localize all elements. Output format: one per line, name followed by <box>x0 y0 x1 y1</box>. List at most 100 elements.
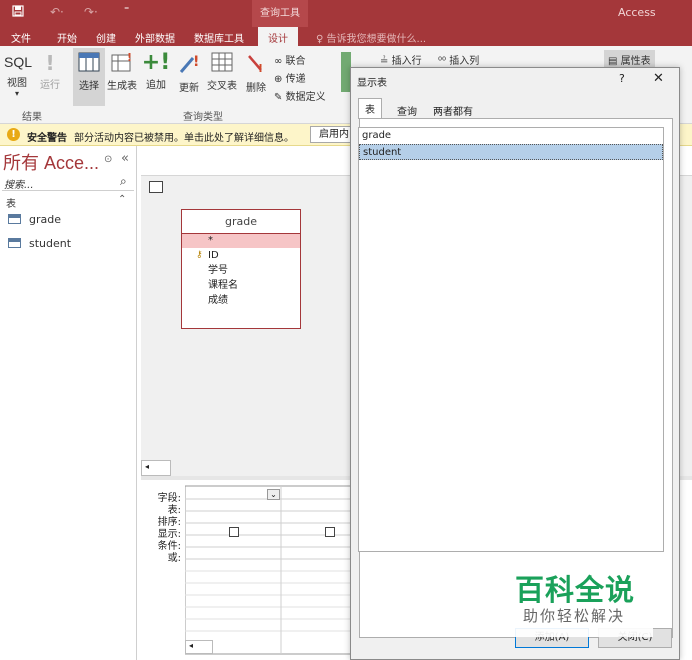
security-warning-label: 安全警告 <box>27 133 67 144</box>
insert-column-label: 插入列 <box>449 56 480 67</box>
security-warning-message[interactable]: 部分活动内容已被禁用。单击此处了解详细信息。 <box>74 129 294 144</box>
save-icon[interactable] <box>12 5 24 20</box>
list-item-grade[interactable]: grade <box>359 128 663 144</box>
svg-text:!: ! <box>127 52 132 64</box>
select-query-button[interactable]: 选择 <box>73 48 105 106</box>
redo-icon[interactable]: ↷· <box>84 5 98 19</box>
insert-column-icon: ⁰⁰ <box>438 56 447 67</box>
pass-through-label: 传递 <box>285 74 306 85</box>
property-sheet-label: 属性表 <box>620 56 651 67</box>
search-icon[interactable]: ⌕ <box>120 174 127 189</box>
delete-label: 删除 <box>246 83 266 94</box>
grid-scroll-left-icon[interactable]: ◂ <box>185 640 213 654</box>
chevron-up-icon[interactable]: ⌃ <box>118 194 126 205</box>
dialog-title: 显示表 <box>357 78 387 89</box>
tab-queries[interactable]: 查询 <box>391 101 423 118</box>
tab-file[interactable]: 文件 <box>11 30 31 45</box>
tab-create[interactable]: 创建 <box>96 30 116 45</box>
group-results: 结果 <box>22 112 42 123</box>
nav-menu-dropdown-icon[interactable]: ⊙ <box>104 154 112 165</box>
union-icon: ∞ <box>274 56 283 67</box>
union-button[interactable]: ∞ 联合 <box>274 52 306 67</box>
make-table-label: 生成表 <box>107 81 137 92</box>
query-icon <box>149 181 163 193</box>
enable-content-button[interactable]: 启用内 <box>310 126 354 143</box>
svg-text:!: ! <box>193 54 199 70</box>
table-box-title[interactable]: grade <box>182 210 300 234</box>
update-label: 更新 <box>179 83 199 94</box>
table-list[interactable]: grade student <box>358 127 664 552</box>
close-icon[interactable]: ✕ <box>653 71 664 86</box>
update-button[interactable]: ! 更新 <box>174 52 204 94</box>
field-all[interactable]: * <box>182 234 300 248</box>
nav-item-label: student <box>29 237 72 250</box>
field-score[interactable]: 成绩 <box>182 293 300 308</box>
select-query-icon <box>73 52 105 75</box>
field-dropdown-icon[interactable]: ⌄ <box>267 489 280 500</box>
run-label: 运行 <box>40 80 60 91</box>
primary-key-icon: ⚷ <box>196 250 203 260</box>
show-checkbox-2[interactable] <box>325 527 335 537</box>
undo-icon[interactable]: ↶· <box>50 5 64 19</box>
nav-item-label: grade <box>29 213 61 226</box>
make-table-icon: ! <box>106 51 138 75</box>
tab-design[interactable]: 设计 <box>258 27 298 46</box>
warning-icon: ! <box>7 128 20 141</box>
field-course-name[interactable]: 课程名 <box>182 278 300 293</box>
tell-me-text: 告诉我您想要做什么... <box>326 34 427 45</box>
show-checkbox-1[interactable] <box>229 527 239 537</box>
field-student-no[interactable]: 学号 <box>182 263 300 278</box>
grid-label-or: 或: <box>167 553 181 564</box>
sql-view-button[interactable]: SQL 视图 ▾ <box>4 54 33 98</box>
field-id[interactable]: ⚷ ID <box>182 248 300 263</box>
nav-section-tables[interactable]: 表 <box>6 195 16 210</box>
title-bar: ↶· ↷· ⁼ 查询工具 Access <box>0 0 692 27</box>
pass-through-button[interactable]: ⊕ 传递 <box>274 70 306 85</box>
tab-database-tools[interactable]: 数据库工具 <box>194 30 244 45</box>
scroll-left-icon[interactable]: ◂ <box>145 462 149 471</box>
watermark: 百科全说 助你轻松解决 <box>493 561 653 637</box>
append-label: 追加 <box>146 80 166 91</box>
insert-column-button[interactable]: ⁰⁰ 插入列 <box>438 52 479 67</box>
tab-home[interactable]: 开始 <box>57 30 77 45</box>
delete-query-button[interactable]: ! 删除 <box>243 52 269 94</box>
tab-external-data[interactable]: 外部数据 <box>135 30 175 45</box>
svg-text:!: ! <box>258 62 263 74</box>
sql-label: SQL <box>4 54 33 70</box>
dropdown-arrow-icon: ▾ <box>14 89 19 98</box>
view-label: 视图 <box>7 78 27 89</box>
list-item-student[interactable]: student <box>359 144 663 160</box>
customize-icon[interactable]: ⁼ <box>124 5 129 16</box>
navigation-pane: 所有 Acce... ⊙ « 搜索... ⌕ 表 ⌃ grade student <box>0 146 137 660</box>
data-definition-icon: ✎ <box>274 92 283 103</box>
crosstab-icon <box>204 52 240 75</box>
nav-pane-title[interactable]: 所有 Acce... <box>3 149 99 175</box>
exclamation-icon: ! <box>45 51 55 75</box>
collapse-pane-icon[interactable]: « <box>121 151 129 166</box>
property-sheet-button[interactable]: ▤ 属性表 <box>604 50 655 68</box>
union-label: 联合 <box>285 56 306 67</box>
tell-me-box[interactable]: ♀ 告诉我您想要做什么... <box>316 30 426 45</box>
update-icon: ! <box>174 52 204 77</box>
data-definition-label: 数据定义 <box>285 92 326 103</box>
nav-search-input[interactable]: 搜索... <box>2 174 134 191</box>
help-button[interactable]: ? <box>619 72 625 85</box>
tab-tables[interactable]: 表 <box>358 98 382 119</box>
append-icon: +! <box>141 50 171 75</box>
menu-bar: 文件 开始 创建 外部数据 数据库工具 设计 ♀ 告诉我您想要做什么... <box>0 27 692 46</box>
table-pane-scrollbar[interactable]: ◂ <box>141 460 171 476</box>
insert-row-button[interactable]: ≟ 插入行 <box>380 52 422 67</box>
nav-item-grade[interactable]: grade <box>8 213 61 226</box>
make-table-button[interactable]: ! 生成表 <box>106 51 138 92</box>
insert-row-icon: ≟ <box>380 56 389 67</box>
table-box-grade[interactable]: grade * ⚷ ID 学号 课程名 成绩 <box>181 209 301 329</box>
table-icon <box>8 214 21 224</box>
data-definition-button[interactable]: ✎ 数据定义 <box>274 88 326 103</box>
crosstab-button[interactable]: 交叉表 <box>204 52 240 92</box>
lightbulb-icon: ♀ <box>316 34 324 45</box>
nav-item-student[interactable]: student <box>8 237 71 250</box>
tab-both[interactable]: 两者都有 <box>427 101 479 118</box>
run-button[interactable]: ! 运行 <box>38 52 62 91</box>
append-button[interactable]: +! 追加 <box>141 50 171 92</box>
group-query-type: 查询类型 <box>183 112 223 123</box>
